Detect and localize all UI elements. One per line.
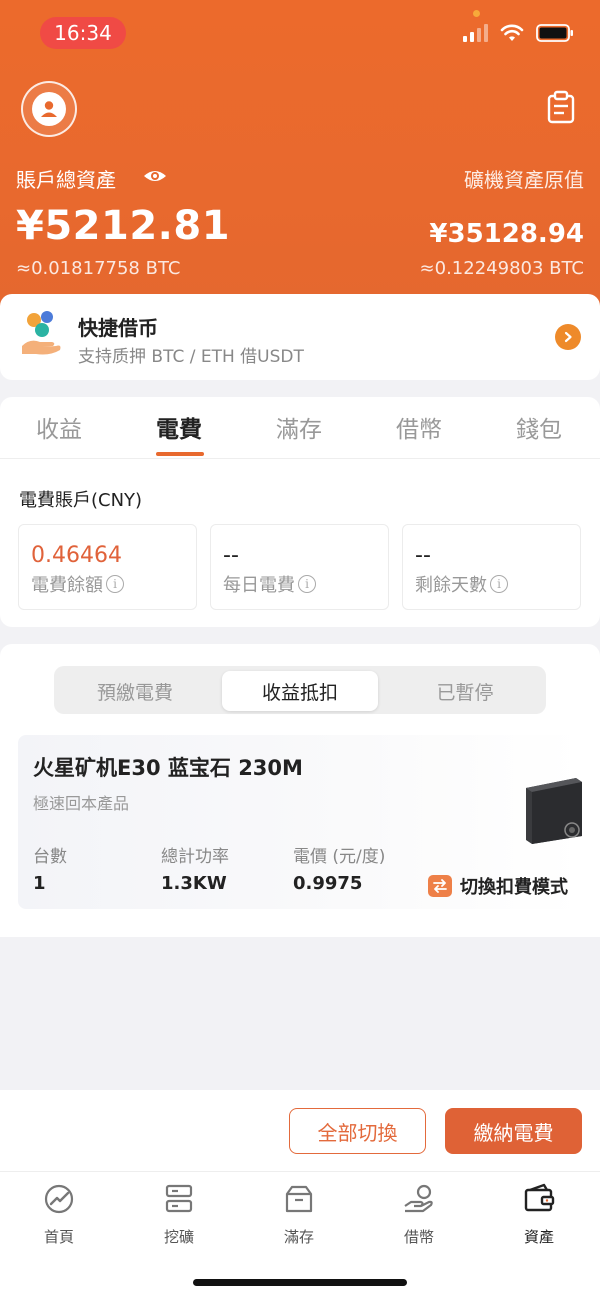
wallet-icon	[524, 1183, 555, 1212]
total-assets-label: 賬戶總資產	[16, 168, 116, 192]
tab-electricity[interactable]: 電費	[156, 410, 202, 444]
col-label-price: 電價 (元/度)	[293, 847, 386, 867]
nav-full-storage[interactable]: 滿存	[259, 1182, 339, 1247]
stat-value: --	[415, 543, 431, 568]
switch-all-button[interactable]: 全部切換	[289, 1108, 426, 1154]
status-bar: 16:34	[0, 0, 600, 66]
nav-label: 資產	[523, 1228, 554, 1246]
status-icons	[463, 24, 574, 42]
total-assets-value: ¥5212.81	[16, 203, 231, 249]
stat-daily: -- 每日電費 i	[210, 524, 389, 610]
stat-label: 電費餘額 i	[31, 571, 124, 597]
section-title: 電費賬戶(CNY)	[19, 490, 143, 511]
miner-assets-btc: ≈0.12249803 BTC	[419, 258, 584, 279]
nav-borrow[interactable]: 借幣	[379, 1182, 459, 1247]
col-value-units: 1	[33, 873, 46, 894]
home-gauge-icon	[44, 1184, 74, 1214]
info-icon[interactable]: i	[490, 575, 508, 593]
stat-label: 每日電費 i	[223, 571, 316, 597]
tab-earnings[interactable]: 收益	[36, 410, 82, 444]
wifi-icon	[500, 24, 524, 41]
nav-home[interactable]: 首頁	[19, 1182, 99, 1247]
tab-full-storage[interactable]: 滿存	[276, 410, 322, 444]
stat-days-left: -- 剩餘天數 i	[402, 524, 581, 610]
user-icon	[32, 92, 66, 126]
stat-label-text: 每日電費	[223, 575, 295, 596]
clipboard-icon[interactable]	[544, 90, 578, 124]
col-label-power: 總計功率	[161, 847, 229, 867]
stat-label: 剩餘天數 i	[415, 571, 508, 597]
miner-assets-value: ¥35128.94	[429, 219, 584, 249]
switch-mode-label: 切換扣費模式	[460, 877, 568, 898]
home-indicator	[193, 1279, 407, 1286]
nav-mining[interactable]: 挖礦	[139, 1182, 219, 1247]
product-subtitle: 極速回本產品	[33, 794, 130, 813]
segment-prepaid[interactable]: 預繳電費	[57, 671, 213, 711]
info-icon[interactable]: i	[106, 575, 124, 593]
tab-borrow[interactable]: 借幣	[396, 410, 442, 444]
quick-loan-subtitle: 支持质押 BTC / ETH 借USDT	[78, 347, 304, 367]
tab-wallet[interactable]: 錢包	[516, 410, 562, 444]
status-time: 16:34	[40, 17, 126, 49]
stat-label-text: 電費餘額	[31, 575, 103, 596]
col-value-power: 1.3KW	[161, 873, 227, 894]
segment-earnings-deduction[interactable]: 收益抵扣	[222, 671, 378, 711]
swap-icon	[428, 875, 452, 897]
privacy-indicator-dot	[473, 10, 480, 17]
col-label-units: 台數	[33, 847, 67, 867]
nav-assets[interactable]: 資產	[499, 1182, 579, 1247]
chevron-right-icon[interactable]	[555, 324, 581, 350]
divider	[0, 458, 600, 459]
stat-label-text: 剩餘天數	[415, 575, 487, 596]
assets-header: 16:34 賬戶總資產 礦機資產原值 ¥5212.81 ¥35128.94 ≈0…	[0, 0, 600, 330]
avatar-button[interactable]	[21, 81, 77, 137]
nav-label: 首頁	[43, 1228, 74, 1246]
segment-paused[interactable]: 已暫停	[387, 671, 543, 711]
stat-value: 0.46464	[31, 543, 122, 568]
cellular-signal-icon	[463, 24, 488, 42]
product-title: 火星矿机E30 蓝宝石 230M	[33, 756, 303, 780]
quick-loan-title: 快捷借币	[78, 316, 158, 340]
info-icon[interactable]: i	[298, 575, 316, 593]
server-icon	[165, 1184, 193, 1213]
hand-coin-icon	[404, 1184, 433, 1213]
stat-balance: 0.46464 電費餘額 i	[18, 524, 197, 610]
stat-value: --	[223, 543, 239, 568]
total-assets-btc: ≈0.01817758 BTC	[16, 258, 181, 279]
nav-label: 挖礦	[163, 1228, 194, 1246]
nav-label: 借幣	[403, 1228, 434, 1246]
coin-hand-icon	[22, 311, 61, 355]
battery-icon	[536, 24, 573, 42]
switch-mode-button[interactable]: 切換扣費模式	[428, 873, 568, 899]
nav-label: 滿存	[283, 1228, 314, 1246]
pay-electricity-button[interactable]: 繳納電費	[445, 1108, 582, 1154]
col-value-price: 0.9975	[293, 873, 363, 894]
box-icon	[285, 1185, 313, 1213]
miner-device-icon	[526, 778, 582, 844]
miner-assets-label: 礦機資產原值	[464, 168, 584, 192]
active-tab-indicator	[156, 452, 204, 456]
eye-icon[interactable]	[143, 166, 167, 186]
